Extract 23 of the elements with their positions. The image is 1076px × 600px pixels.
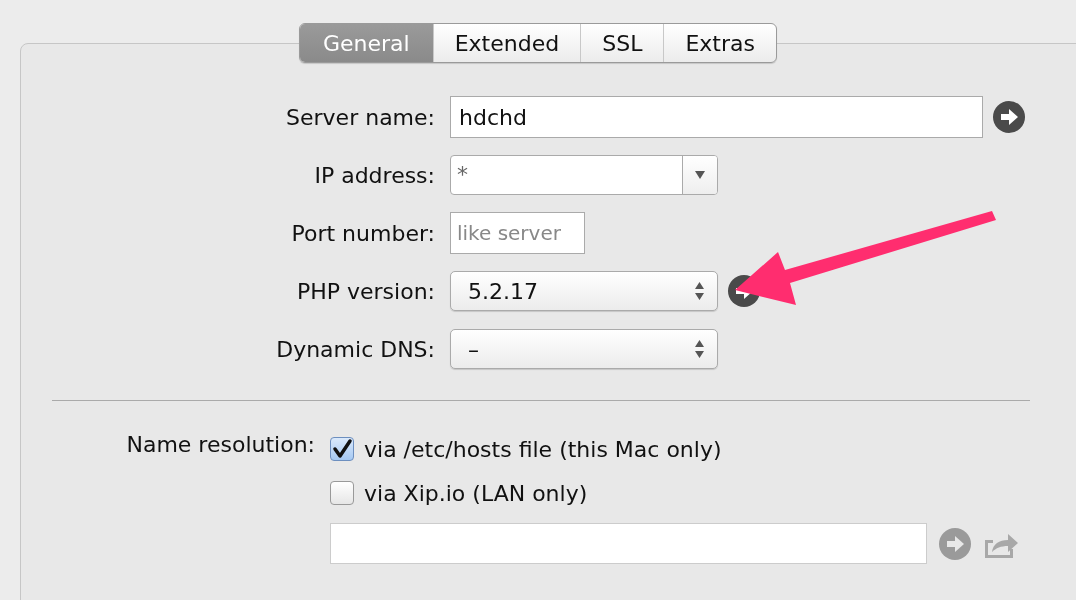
checkbox[interactable] [330,437,354,461]
field-label: Server name: [285,104,435,130]
updown-arrows-icon [694,339,705,359]
field-label: Dynamic DNS: [275,336,435,362]
updown-arrows-icon [694,281,705,301]
field-label: Name resolution: [125,432,315,457]
popup-button[interactable]: 5.2.17 [450,271,718,311]
field-label: PHP version: [295,278,435,304]
combo-box[interactable]: * [450,155,718,195]
tab[interactable]: Extras [663,24,776,62]
dropdown-triangle-icon [694,170,706,180]
field-label: IP address: [313,162,435,188]
tab[interactable]: Extended [432,24,581,62]
checkbox-label: via /etc/hosts file (this Mac only) [364,436,722,462]
checkbox[interactable] [330,481,354,505]
text-field[interactable]: hdchd [450,96,983,138]
text-field[interactable]: like server [450,212,585,254]
field-label: Port number: [290,220,435,246]
popup-button[interactable]: – [450,329,718,369]
tab[interactable]: SSL [580,24,664,62]
text-field[interactable] [330,523,927,564]
arrow-right-circle-icon[interactable] [993,101,1025,133]
checkbox-label: via Xip.io (LAN only) [364,480,588,506]
